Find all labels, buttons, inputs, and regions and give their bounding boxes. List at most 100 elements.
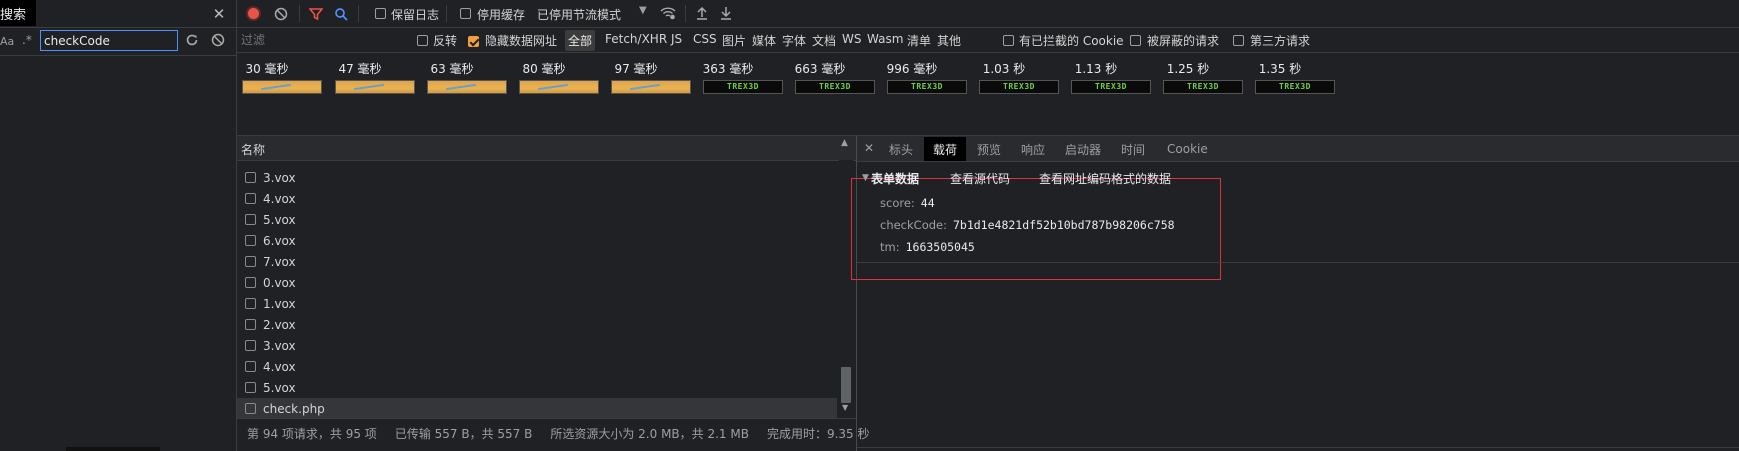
filter-icon[interactable] (308, 6, 324, 22)
clear-icon[interactable] (210, 32, 226, 48)
filmstrip-frame[interactable] (242, 80, 322, 94)
detail-tab[interactable]: 启动器 (1056, 137, 1110, 161)
expand-triangle-icon[interactable]: ▼ (862, 173, 869, 183)
view-source-link[interactable]: 查看源代码 (950, 170, 1010, 187)
request-name: 5.vox (263, 212, 296, 227)
field-value: 1663505045 (905, 240, 975, 254)
network-toolbar: 保留日志 停用缓存 已停用节流模式 ▼ (237, 0, 1739, 27)
field-key: checkCode: (880, 218, 947, 232)
filmstrip-frame[interactable]: TREX3D (703, 80, 783, 94)
request-row[interactable]: 1.vox (237, 293, 837, 314)
status-finish-time: 完成用时：9.35 秒 (766, 426, 870, 441)
match-case-toggle[interactable]: Aa (0, 35, 14, 48)
filter-type-js[interactable]: JS (671, 32, 682, 46)
hide-data-urls-checkbox[interactable] (468, 36, 479, 47)
form-data-title[interactable]: 表单数据 (871, 170, 919, 187)
detail-tab[interactable]: Cookie (1158, 137, 1217, 161)
filter-input[interactable] (241, 30, 397, 50)
filmstrip-frame[interactable]: TREX3D (979, 80, 1059, 94)
filmstrip-frame[interactable] (519, 80, 599, 94)
throttling-select[interactable]: 已停用节流模式 (537, 6, 621, 23)
request-row[interactable]: 3.vox (237, 335, 837, 356)
frame-time: 1.13 秒 (1074, 62, 1118, 76)
filter-type-manifest[interactable]: 清单 (907, 32, 931, 49)
name-column-header[interactable]: 名称 (241, 141, 265, 158)
filmstrip-frame[interactable] (611, 80, 691, 94)
form-field-tm: tm: 1663505045 (880, 240, 975, 254)
detail-tab[interactable]: 预览 (968, 137, 1010, 161)
search-tab[interactable]: 搜索 (0, 0, 36, 26)
disable-cache-checkbox[interactable] (460, 8, 471, 19)
regex-toggle[interactable]: .* (22, 33, 32, 47)
preserve-log-checkbox[interactable] (375, 8, 386, 19)
filmstrip-frame[interactable]: TREX3D (795, 80, 875, 94)
preserve-log-label: 保留日志 (391, 8, 440, 22)
request-row[interactable]: 3.vox (237, 167, 837, 188)
disable-cache-label: 停用缓存 (477, 8, 526, 22)
filter-type-fetch-xhr[interactable]: Fetch/XHR (605, 32, 667, 46)
close-detail-icon[interactable]: ✕ (862, 141, 876, 155)
blocked-cookies-checkbox[interactable] (1003, 35, 1014, 46)
blocked-requests-checkbox[interactable] (1130, 35, 1141, 46)
request-icon (245, 403, 256, 414)
form-field-score: score: 44 (880, 196, 935, 210)
filter-type-other[interactable]: 其他 (937, 32, 961, 49)
request-row[interactable]: 2.vox (237, 314, 837, 335)
filter-type-doc[interactable]: 文档 (812, 32, 836, 49)
frame-time: 1.25 秒 (1166, 62, 1210, 76)
filter-type-img[interactable]: 图片 (722, 32, 746, 49)
close-icon[interactable]: ✕ (211, 5, 227, 23)
record-button[interactable] (246, 6, 261, 21)
frame-caption: TREX3D (727, 82, 759, 91)
filter-type-font[interactable]: 字体 (782, 32, 806, 49)
filter-type-css[interactable]: CSS (693, 32, 717, 46)
export-har-icon[interactable] (718, 5, 734, 21)
request-row[interactable]: 6.vox (237, 230, 837, 251)
import-har-icon[interactable] (694, 5, 710, 21)
filter-type-ws[interactable]: WS (842, 32, 861, 46)
filter-type-media[interactable]: 媒体 (752, 32, 776, 49)
detail-tab[interactable]: 载荷 (924, 137, 967, 161)
blocked-cookies-label: 有已拦截的 Cookie (1019, 34, 1124, 48)
invert-checkbox[interactable] (417, 35, 428, 46)
clear-log-button[interactable] (273, 6, 289, 22)
search-input[interactable] (40, 30, 178, 51)
filter-type-all[interactable]: 全部 (565, 30, 596, 51)
filmstrip-frame[interactable]: TREX3D (1071, 80, 1151, 94)
search-icon[interactable] (333, 6, 349, 22)
filmstrip-frame[interactable]: TREX3D (1255, 80, 1335, 94)
request-row[interactable]: 0.vox (237, 272, 837, 293)
sort-up-icon[interactable]: ▲ (841, 138, 848, 148)
filmstrip-frame[interactable] (335, 80, 415, 94)
request-row[interactable]: 5.vox (237, 377, 837, 398)
frame-caption: TREX3D (819, 82, 851, 91)
request-row[interactable]: 5.vox (237, 209, 837, 230)
scroll-down-icon[interactable]: ▼ (842, 403, 848, 412)
filmstrip-frame[interactable] (427, 80, 507, 94)
third-party-label: 第三方请求 (1250, 34, 1311, 48)
request-icon (245, 382, 256, 393)
detail-tab[interactable]: 时间 (1112, 137, 1154, 161)
request-row[interactable]: check.php (237, 398, 837, 419)
refresh-icon[interactable] (184, 32, 200, 48)
frame-time: 63 毫秒 (430, 62, 474, 76)
request-row[interactable]: 4.vox (237, 356, 837, 377)
filter-type-wasm[interactable]: Wasm (867, 32, 903, 46)
detail-tab[interactable]: 响应 (1012, 137, 1054, 161)
chevron-down-icon[interactable]: ▼ (639, 5, 647, 16)
filmstrip-frame[interactable]: TREX3D (887, 80, 967, 94)
network-conditions-icon[interactable] (659, 5, 677, 21)
screenshot-filmstrip: 30 毫秒 47 毫秒 63 毫秒 80 毫秒 97 毫秒 363 毫秒 TREX3D 663… (237, 53, 1739, 135)
request-row[interactable]: 7.vox (237, 251, 837, 272)
scrollbar-thumb[interactable] (841, 367, 851, 403)
request-row[interactable]: 4.vox (237, 188, 837, 209)
view-url-encoded-link[interactable]: 查看网址编码格式的数据 (1039, 170, 1171, 187)
frame-time: 30 毫秒 (245, 62, 289, 76)
request-name: 5.vox (263, 380, 296, 395)
frame-time: 996 毫秒 (886, 62, 938, 76)
scrollbar[interactable] (66, 447, 160, 451)
third-party-checkbox[interactable] (1233, 35, 1244, 46)
filmstrip-frame[interactable]: TREX3D (1163, 80, 1243, 94)
frame-time: 1.03 秒 (982, 62, 1026, 76)
detail-tab[interactable]: 标头 (880, 137, 922, 161)
